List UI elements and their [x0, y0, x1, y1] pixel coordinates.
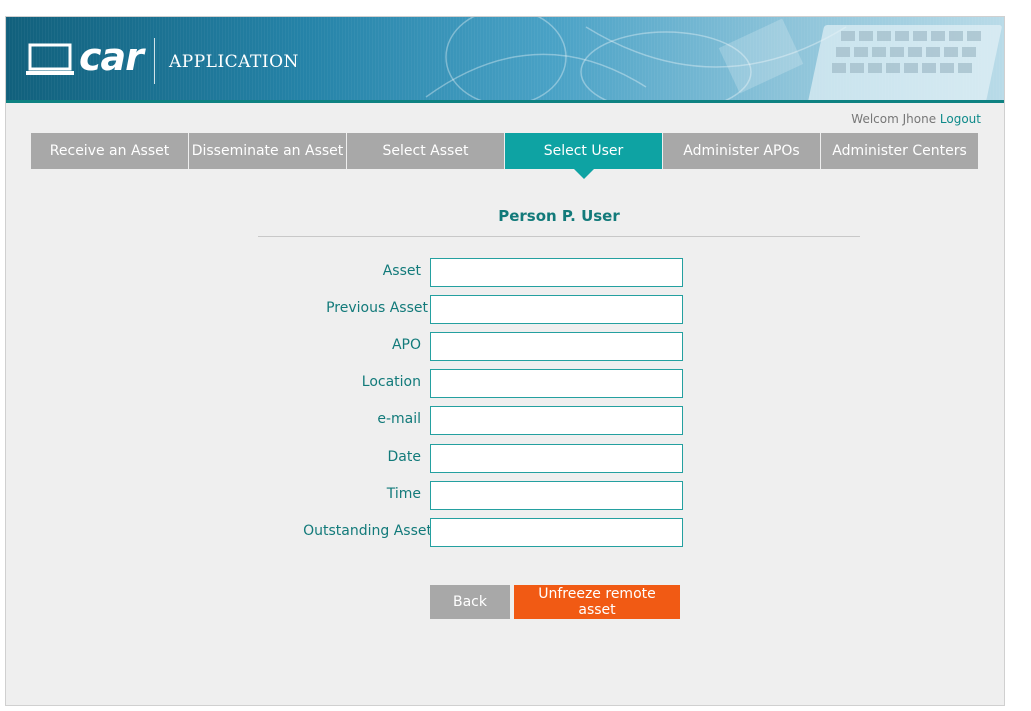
nav-tab-administer-centers[interactable]: Administer Centers	[821, 133, 978, 169]
time-label: Time	[386, 486, 421, 502]
form-row-asset: Asset	[6, 258, 706, 287]
previous-asset-input[interactable]	[430, 295, 683, 324]
date-input[interactable]	[430, 444, 683, 473]
main-nav: Receive an Asset Disseminate an Asset Se…	[31, 133, 979, 179]
form-row-previous-asset: Previous Asset	[6, 295, 706, 324]
form-row-apo: APO	[6, 332, 706, 361]
location-label: Location	[361, 374, 421, 390]
previous-asset-label: Previous Asset	[326, 300, 428, 316]
app-title: APPLICATION	[169, 52, 299, 72]
form-row-date: Date	[6, 444, 706, 473]
form-row-outstanding-asset: Outstanding Asset	[6, 518, 706, 547]
asset-input[interactable]	[430, 258, 683, 287]
date-label: Date	[387, 449, 421, 465]
heading-divider	[258, 236, 860, 237]
person-name-heading: Person P. User	[498, 207, 620, 225]
logout-link[interactable]: Logout	[940, 112, 981, 126]
apo-input[interactable]	[430, 332, 683, 361]
header-banner: car APPLICATION	[6, 17, 1004, 103]
logo-text: car	[79, 35, 144, 79]
time-input[interactable]	[430, 481, 683, 510]
form-row-email: e-mail	[6, 406, 706, 435]
form-row-location: Location	[6, 369, 706, 398]
unfreeze-remote-asset-button[interactable]: Unfreeze remote asset	[514, 585, 680, 619]
welcome-bar: Welcom Jhone Logout	[851, 112, 981, 126]
nav-tab-select-user[interactable]: Select User	[505, 133, 662, 179]
outstanding-asset-label: Outstanding Asset	[303, 523, 432, 539]
outstanding-asset-input[interactable]	[430, 518, 683, 547]
header-decorative-art	[425, 17, 1002, 103]
form-row-time: Time	[6, 481, 706, 510]
apo-label: APO	[391, 337, 421, 353]
email-label: e-mail	[377, 411, 421, 427]
asset-label: Asset	[382, 263, 421, 279]
nav-tab-disseminate-asset[interactable]: Disseminate an Asset	[189, 133, 346, 169]
nav-tab-receive-asset[interactable]: Receive an Asset	[31, 133, 188, 169]
email-input[interactable]	[430, 406, 683, 435]
welcome-text: Welcom Jhone	[851, 112, 937, 126]
laptop-icon	[26, 43, 74, 75]
nav-tab-select-asset[interactable]: Select Asset	[347, 133, 504, 169]
app-window: car APPLICATION Welcom Jhone Logout Rece…	[5, 16, 1005, 706]
back-button[interactable]: Back	[430, 585, 510, 619]
logo-divider	[154, 38, 155, 84]
location-input[interactable]	[430, 369, 683, 398]
nav-tab-administer-apos[interactable]: Administer APOs	[663, 133, 820, 169]
